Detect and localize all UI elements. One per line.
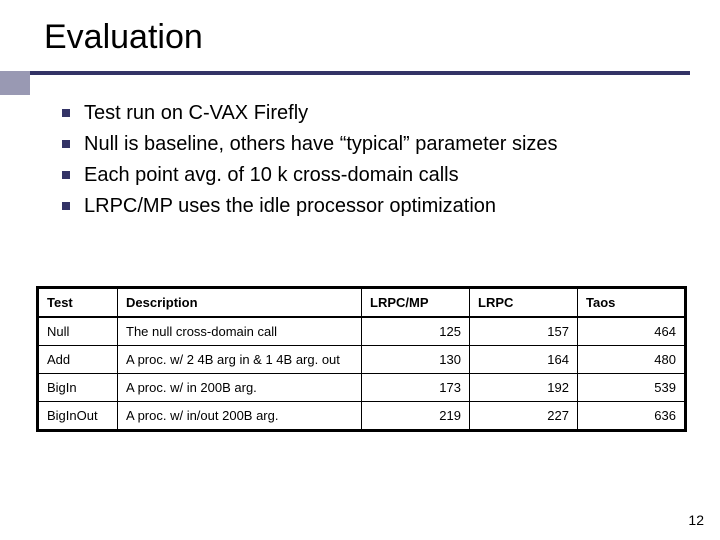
accent-block bbox=[0, 71, 30, 95]
col-header-taos: Taos bbox=[578, 288, 686, 318]
cell-lrpcmp: 219 bbox=[362, 402, 470, 431]
list-item: Null is baseline, others have “typical” … bbox=[62, 131, 682, 158]
cell-desc: The null cross-domain call bbox=[118, 317, 362, 346]
cell-desc: A proc. w/ 2 4B arg in & 1 4B arg. out bbox=[118, 346, 362, 374]
col-header-lrpcmp: LRPC/MP bbox=[362, 288, 470, 318]
bullet-text: Null is baseline, others have “typical” … bbox=[84, 131, 558, 158]
bullet-list: Test run on C-VAX Firefly Null is baseli… bbox=[62, 100, 682, 224]
cell-lrpc: 157 bbox=[470, 317, 578, 346]
cell-taos: 636 bbox=[578, 402, 686, 431]
cell-test: Null bbox=[38, 317, 118, 346]
bullet-icon bbox=[62, 109, 70, 117]
col-header-description: Description bbox=[118, 288, 362, 318]
table-row: BigIn A proc. w/ in 200B arg. 173 192 53… bbox=[38, 374, 686, 402]
bullet-icon bbox=[62, 171, 70, 179]
list-item: Test run on C-VAX Firefly bbox=[62, 100, 682, 127]
cell-desc: A proc. w/ in/out 200B arg. bbox=[118, 402, 362, 431]
title-rule bbox=[30, 71, 690, 75]
cell-test: BigIn bbox=[38, 374, 118, 402]
cell-test: Add bbox=[38, 346, 118, 374]
cell-lrpcmp: 130 bbox=[362, 346, 470, 374]
cell-taos: 480 bbox=[578, 346, 686, 374]
page-number: 12 bbox=[688, 512, 704, 528]
cell-lrpcmp: 173 bbox=[362, 374, 470, 402]
cell-lrpc: 164 bbox=[470, 346, 578, 374]
bullet-text: Test run on C-VAX Firefly bbox=[84, 100, 308, 127]
cell-desc: A proc. w/ in 200B arg. bbox=[118, 374, 362, 402]
table-row: Add A proc. w/ 2 4B arg in & 1 4B arg. o… bbox=[38, 346, 686, 374]
bullet-icon bbox=[62, 202, 70, 210]
bullet-text: Each point avg. of 10 k cross-domain cal… bbox=[84, 162, 459, 189]
bullet-icon bbox=[62, 140, 70, 148]
cell-test: BigInOut bbox=[38, 402, 118, 431]
cell-lrpc: 192 bbox=[470, 374, 578, 402]
cell-taos: 539 bbox=[578, 374, 686, 402]
list-item: LRPC/MP uses the idle processor optimiza… bbox=[62, 193, 682, 220]
table-row: BigInOut A proc. w/ in/out 200B arg. 219… bbox=[38, 402, 686, 431]
list-item: Each point avg. of 10 k cross-domain cal… bbox=[62, 162, 682, 189]
evaluation-table: Test Description LRPC/MP LRPC Taos Null … bbox=[36, 286, 684, 432]
bullet-text: LRPC/MP uses the idle processor optimiza… bbox=[84, 193, 496, 220]
cell-taos: 464 bbox=[578, 317, 686, 346]
col-header-test: Test bbox=[38, 288, 118, 318]
cell-lrpc: 227 bbox=[470, 402, 578, 431]
cell-lrpcmp: 125 bbox=[362, 317, 470, 346]
page-title-wrap: Evaluation bbox=[44, 18, 203, 57]
data-table: Test Description LRPC/MP LRPC Taos Null … bbox=[36, 286, 687, 432]
table-header-row: Test Description LRPC/MP LRPC Taos bbox=[38, 288, 686, 318]
col-header-lrpc: LRPC bbox=[470, 288, 578, 318]
page-title: Evaluation bbox=[44, 18, 203, 57]
table-row: Null The null cross-domain call 125 157 … bbox=[38, 317, 686, 346]
